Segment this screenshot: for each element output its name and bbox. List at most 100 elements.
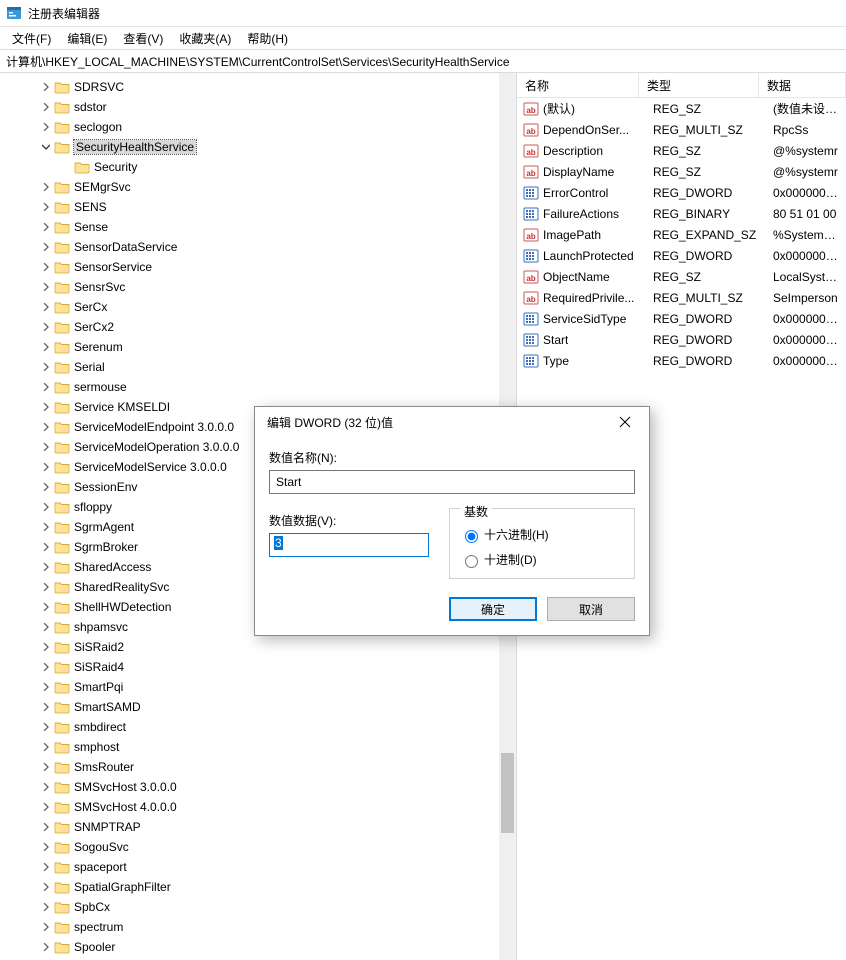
chevron-right-icon[interactable] xyxy=(40,401,52,413)
chevron-right-icon[interactable] xyxy=(40,761,52,773)
tree-item[interactable]: SmartSAMD xyxy=(0,697,516,717)
value-row[interactable]: StartREG_DWORD0x00000003 xyxy=(517,329,846,350)
column-name[interactable]: 名称 xyxy=(517,73,639,97)
tree-item[interactable]: Security xyxy=(0,157,516,177)
chevron-right-icon[interactable] xyxy=(40,341,52,353)
chevron-right-icon[interactable] xyxy=(40,81,52,93)
chevron-right-icon[interactable] xyxy=(40,421,52,433)
tree-item[interactable]: Sense xyxy=(0,217,516,237)
tree-item[interactable]: SDRSVC xyxy=(0,77,516,97)
chevron-right-icon[interactable] xyxy=(40,521,52,533)
chevron-right-icon[interactable] xyxy=(40,121,52,133)
chevron-right-icon[interactable] xyxy=(40,241,52,253)
chevron-right-icon[interactable] xyxy=(40,921,52,933)
chevron-right-icon[interactable] xyxy=(40,841,52,853)
tree-item[interactable]: SmartPqi xyxy=(0,677,516,697)
chevron-right-icon[interactable] xyxy=(40,201,52,213)
tree-item[interactable]: SNMPTRAP xyxy=(0,817,516,837)
tree-item[interactable]: SensorDataService xyxy=(0,237,516,257)
tree-item[interactable]: SogouSvc xyxy=(0,837,516,857)
tree-item[interactable]: smphost xyxy=(0,737,516,757)
chevron-right-icon[interactable] xyxy=(40,541,52,553)
chevron-right-icon[interactable] xyxy=(40,801,52,813)
value-row[interactable]: ErrorControlREG_DWORD0x00000001 xyxy=(517,182,846,203)
chevron-right-icon[interactable] xyxy=(40,101,52,113)
tree-item[interactable]: spaceport xyxy=(0,857,516,877)
chevron-right-icon[interactable] xyxy=(40,861,52,873)
chevron-right-icon[interactable] xyxy=(40,281,52,293)
tree-item[interactable]: sdstor xyxy=(0,97,516,117)
tree-item[interactable]: SmsRouter xyxy=(0,757,516,777)
chevron-right-icon[interactable] xyxy=(40,381,52,393)
column-data[interactable]: 数据 xyxy=(759,73,846,97)
tree-item[interactable]: Spooler xyxy=(0,937,516,957)
menu-fav[interactable]: 收藏夹(A) xyxy=(171,28,239,49)
chevron-right-icon[interactable] xyxy=(40,721,52,733)
chevron-right-icon[interactable] xyxy=(40,621,52,633)
chevron-right-icon[interactable] xyxy=(40,681,52,693)
chevron-right-icon[interactable] xyxy=(40,301,52,313)
values-rows[interactable]: (默认)REG_SZ(数值未设置)DependOnSer...REG_MULTI… xyxy=(517,98,846,371)
radix-hex-radio[interactable] xyxy=(465,530,478,543)
tree-item[interactable]: Serial xyxy=(0,357,516,377)
radix-dec-option[interactable]: 十进制(D) xyxy=(460,551,624,568)
tree-item[interactable]: smbdirect xyxy=(0,717,516,737)
menu-file[interactable]: 文件(F) xyxy=(4,28,59,49)
tree-item[interactable]: SerCx2 xyxy=(0,317,516,337)
column-type[interactable]: 类型 xyxy=(639,73,759,97)
chevron-right-icon[interactable] xyxy=(40,321,52,333)
tree-item[interactable]: SiSRaid2 xyxy=(0,637,516,657)
value-row[interactable]: DependOnSer...REG_MULTI_SZRpcSs xyxy=(517,119,846,140)
value-row[interactable]: (默认)REG_SZ(数值未设置) xyxy=(517,98,846,119)
value-data-field[interactable]: 3 xyxy=(269,533,429,557)
value-row[interactable]: ImagePathREG_EXPAND_SZ%SystemRo xyxy=(517,224,846,245)
chevron-right-icon[interactable] xyxy=(40,461,52,473)
dialog-titlebar[interactable]: 编辑 DWORD (32 位)值 xyxy=(255,407,649,437)
chevron-right-icon[interactable] xyxy=(40,781,52,793)
ok-button[interactable]: 确定 xyxy=(449,597,537,621)
tree-item[interactable]: SiSRaid4 xyxy=(0,657,516,677)
tree-scrollbar-thumb[interactable] xyxy=(501,753,514,833)
chevron-right-icon[interactable] xyxy=(40,661,52,673)
menu-view[interactable]: 查看(V) xyxy=(115,28,171,49)
tree-item[interactable]: SENS xyxy=(0,197,516,217)
chevron-right-icon[interactable] xyxy=(40,261,52,273)
value-row[interactable]: LaunchProtectedREG_DWORD0x00000002 xyxy=(517,245,846,266)
tree-item[interactable]: SerCx xyxy=(0,297,516,317)
radix-dec-radio[interactable] xyxy=(465,555,478,568)
value-row[interactable]: RequiredPrivile...REG_MULTI_SZSeImperson xyxy=(517,287,846,308)
chevron-right-icon[interactable] xyxy=(40,581,52,593)
chevron-down-icon[interactable] xyxy=(40,141,52,153)
tree-item[interactable]: Serenum xyxy=(0,337,516,357)
menu-help[interactable]: 帮助(H) xyxy=(239,28,296,49)
value-row[interactable]: DisplayNameREG_SZ@%systemr xyxy=(517,161,846,182)
address-bar[interactable]: 计算机\HKEY_LOCAL_MACHINE\SYSTEM\CurrentCon… xyxy=(0,50,846,73)
chevron-right-icon[interactable] xyxy=(40,361,52,373)
tree-item[interactable]: spectrum xyxy=(0,917,516,937)
radix-hex-option[interactable]: 十六进制(H) xyxy=(460,526,624,543)
chevron-right-icon[interactable] xyxy=(40,901,52,913)
chevron-right-icon[interactable] xyxy=(40,481,52,493)
tree-item[interactable]: SecurityHealthService xyxy=(0,137,516,157)
cancel-button[interactable]: 取消 xyxy=(547,597,635,621)
value-row[interactable]: DescriptionREG_SZ@%systemr xyxy=(517,140,846,161)
tree-item[interactable]: SpatialGraphFilter xyxy=(0,877,516,897)
chevron-right-icon[interactable] xyxy=(40,641,52,653)
tree-item[interactable]: SMSvcHost 4.0.0.0 xyxy=(0,797,516,817)
tree-item[interactable]: SensorService xyxy=(0,257,516,277)
tree-item[interactable]: seclogon xyxy=(0,117,516,137)
value-row[interactable]: FailureActionsREG_BINARY80 51 01 00 xyxy=(517,203,846,224)
tree-item[interactable]: SensrSvc xyxy=(0,277,516,297)
chevron-right-icon[interactable] xyxy=(40,221,52,233)
value-name-field[interactable] xyxy=(269,470,635,494)
dialog-close-button[interactable] xyxy=(605,408,645,436)
chevron-right-icon[interactable] xyxy=(40,821,52,833)
chevron-right-icon[interactable] xyxy=(40,881,52,893)
tree-item[interactable]: SpbCx xyxy=(0,897,516,917)
tree-item[interactable]: SEMgrSvc xyxy=(0,177,516,197)
chevron-right-icon[interactable] xyxy=(40,701,52,713)
chevron-right-icon[interactable] xyxy=(40,741,52,753)
chevron-right-icon[interactable] xyxy=(40,181,52,193)
menu-edit[interactable]: 编辑(E) xyxy=(59,28,115,49)
chevron-right-icon[interactable] xyxy=(40,441,52,453)
